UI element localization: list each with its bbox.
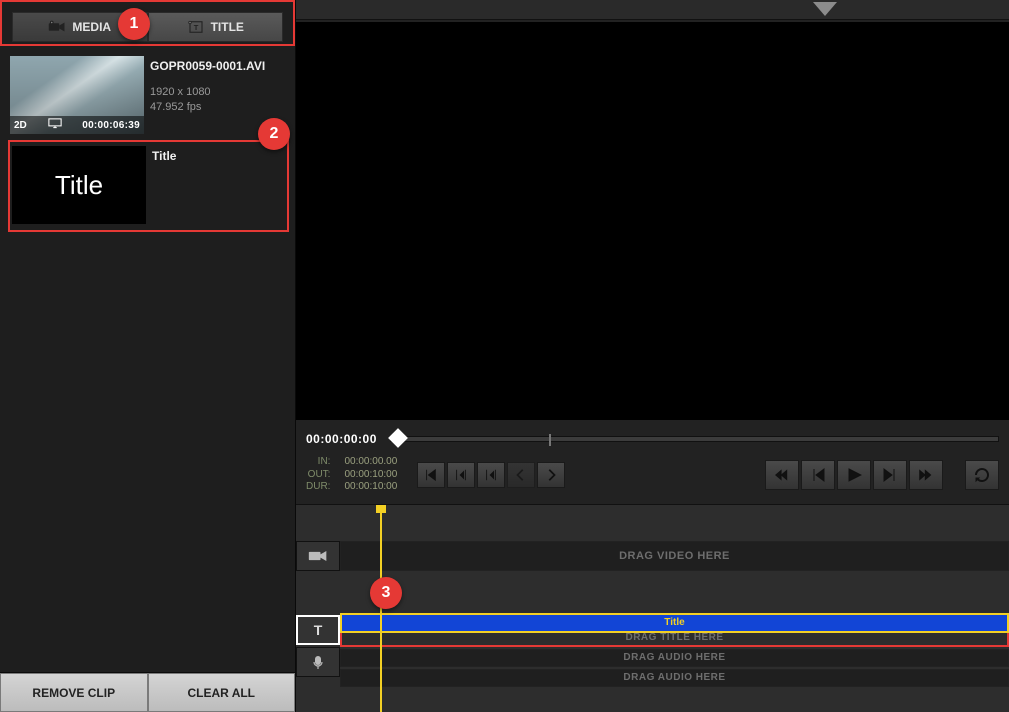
time-row: 00:00:00:00 [306,428,999,450]
clip-thumbnail: Title [12,146,146,224]
video-preview[interactable] [296,22,1009,420]
remove-clip-button[interactable]: REMOVE CLIP [0,673,148,712]
timecode-display: 00:00:00:00 [306,432,382,446]
rewind-button[interactable] [765,460,799,490]
title-clip[interactable]: Title [342,615,1007,631]
callout-badge-2: 2 [258,118,290,150]
scrub-split-marker [549,434,551,446]
out-label: OUT: [306,469,330,482]
tab-title-label: TITLE [211,20,244,34]
audio-track-placeholder: DRAG AUDIO HERE [623,652,725,663]
next-mark-button[interactable] [537,462,565,488]
in-label: IN: [306,456,330,469]
clip-filename: GOPR0059-0001.AVI [150,58,287,75]
time-labels: IN: OUT: DUR: [306,456,330,494]
track-icon-column: T [296,505,340,712]
tab-title[interactable]: T TITLE [148,12,284,42]
mark-in-button[interactable] [447,462,475,488]
step-forward-button[interactable] [873,460,907,490]
media-panel: MEDIA T TITLE 2D 00:00:06:39 [0,0,296,712]
info-times: IN: OUT: DUR: 00:00:00.00 00:00:10:00 00… [306,456,999,494]
clear-all-button[interactable]: CLEAR ALL [148,673,296,712]
playback-controls [765,460,943,490]
out-value: 00:00:10:00 [344,469,397,482]
preview-panel: 00:00:00:00 IN: OUT: DUR: 00:00:00.00 00… [296,0,1009,712]
step-back-button[interactable] [801,460,835,490]
title-track-placeholder-row[interactable]: DRAG TITLE HERE [342,631,1007,645]
clip-meta: Title [152,146,285,224]
loop-controls [965,460,999,490]
video-track-icon[interactable] [296,541,340,571]
scrub-track[interactable] [390,436,999,442]
mark-out-button[interactable] [477,462,505,488]
time-values: 00:00:00.00 00:00:10:00 00:00:10:00 [344,456,397,494]
callout-badge-1: 1 [118,8,150,40]
title-track-placeholder: DRAG TITLE HERE [625,632,723,643]
in-value: 00:00:00.00 [344,456,397,469]
goto-start-button[interactable] [417,462,445,488]
callout-badge-3: 3 [370,577,402,609]
video-track-placeholder: DRAG VIDEO HERE [619,550,730,562]
clip-fps: 47.952 fps [150,100,287,115]
thumbnail-footer: 2D 00:00:06:39 [10,116,144,134]
monitor-icon [48,118,62,132]
play-button[interactable] [837,460,871,490]
audio-track-placeholder-2: DRAG AUDIO HERE [623,672,725,683]
title-track-icon[interactable]: T [296,615,340,645]
audio-track-2[interactable]: DRAG AUDIO HERE [340,669,1009,687]
dropdown-arrow-icon[interactable] [813,2,837,16]
clip-item-title[interactable]: Title Title [8,140,289,232]
thumbnail-duration: 00:00:06:39 [82,120,140,131]
audio-track-1[interactable]: DRAG AUDIO HERE [340,649,1009,667]
transport-bar: 00:00:00:00 IN: OUT: DUR: 00:00:00.00 00… [296,420,1009,504]
title-clip-label: Title [664,617,684,628]
video-track[interactable]: DRAG VIDEO HERE [340,541,1009,571]
title-track-row: Title DRAG TITLE HERE [340,613,1009,647]
tracks-area[interactable]: DRAG VIDEO HERE 3 Title DRAG TITLE HERE … [340,505,1009,712]
title-plus-icon: T [187,20,205,34]
title-thumb-text: Title [55,170,103,201]
thumbnail-mode-badge: 2D [14,120,27,131]
clip-thumbnail: 2D 00:00:06:39 [10,56,144,134]
tab-media-label: MEDIA [72,20,111,34]
camera-plus-icon [48,20,66,34]
top-strip [296,0,1009,20]
audio-track-icon[interactable] [296,647,340,677]
clip-filename: Title [152,148,285,165]
scrub-playhead[interactable] [388,428,408,448]
clip-item-video[interactable]: 2D 00:00:06:39 GOPR0059-0001.AVI 1920 x … [8,52,289,140]
mark-controls [417,462,565,488]
panel-bottom-buttons: REMOVE CLIP CLEAR ALL [0,672,295,712]
svg-text:T: T [193,23,198,32]
clip-resolution: 1920 x 1080 [150,85,287,100]
fast-forward-button[interactable] [909,460,943,490]
loop-button[interactable] [965,460,999,490]
dur-label: DUR: [306,481,330,494]
timeline: T DRAG VIDEO HERE 3 Title [296,504,1009,712]
svg-text:T: T [314,622,323,638]
app-root: MEDIA T TITLE 2D 00:00:06:39 [0,0,1009,712]
prev-mark-button[interactable] [507,462,535,488]
clip-list: 2D 00:00:06:39 GOPR0059-0001.AVI 1920 x … [0,46,295,672]
dur-value: 00:00:10:00 [344,481,397,494]
